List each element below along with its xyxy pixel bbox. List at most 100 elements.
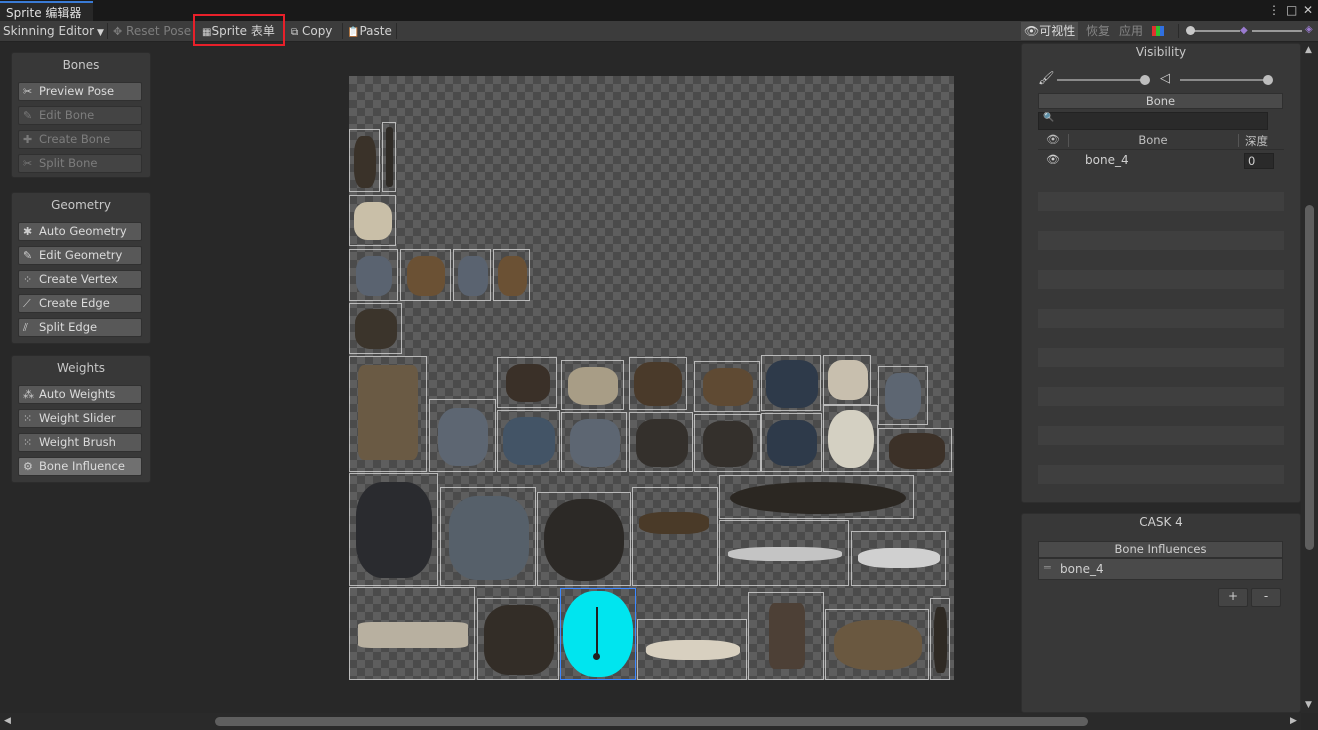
bone-influence-button[interactable]: ⚙ Bone Influence (18, 457, 142, 476)
selected-sprite-cask-4[interactable] (560, 588, 636, 680)
apply-button[interactable]: 应用 (1116, 22, 1146, 40)
sprite-frame[interactable] (694, 414, 761, 472)
create-bone-button[interactable]: ✚ Create Bone (18, 130, 142, 149)
sprite-frame[interactable] (719, 520, 849, 586)
drag-handle-icon[interactable]: ═ (1044, 561, 1051, 574)
influence-list-item[interactable]: ═ bone_4 (1038, 558, 1283, 580)
scroll-right-icon[interactable]: ▶ (1290, 716, 1297, 726)
bone-4-handle[interactable] (596, 607, 598, 657)
sprite-frame[interactable] (632, 487, 718, 586)
bone-4-joint[interactable] (593, 653, 600, 660)
sprite-frame[interactable] (930, 598, 950, 680)
sprite-frame[interactable] (349, 356, 427, 472)
edit-geometry-button[interactable]: ✎ Edit Geometry (18, 246, 142, 265)
bone-row[interactable]: 👁 bone_4 0 (1038, 151, 1284, 171)
search-input[interactable]: 🔍 (1038, 112, 1268, 130)
paste-label: Paste (359, 24, 392, 38)
paste-button[interactable]: 📋Paste (347, 21, 392, 41)
bone-depth-field[interactable]: 0 (1244, 153, 1274, 169)
visibility-label: 可视性 (1039, 24, 1076, 38)
sprite-frame[interactable] (761, 413, 822, 472)
sprite-frame[interactable] (349, 587, 475, 680)
sprite-frame[interactable] (878, 428, 952, 472)
sprite-frame[interactable] (761, 355, 821, 411)
sprite-bone-influence-panel: CASK 4 Bone Influences ═ bone_4 + - (1021, 513, 1301, 713)
window-tab-sprite-editor[interactable]: Sprite 编辑器 (0, 1, 93, 21)
mode-dropdown[interactable]: Skinning Editor ▼ (3, 21, 104, 41)
bone-opacity-slider[interactable] (1057, 79, 1143, 81)
sprite-frame[interactable] (629, 412, 693, 472)
sprite-frame[interactable] (349, 129, 380, 192)
more-icon[interactable]: ⋮ (1268, 3, 1280, 17)
sprite-frame[interactable] (349, 473, 438, 586)
sprite-frame[interactable] (637, 619, 747, 680)
search-icon: 🔍 (1043, 113, 1055, 123)
sprite-frame[interactable] (453, 249, 491, 301)
create-edge-button[interactable]: ⟋ Create Edge (18, 294, 142, 313)
sprite-frame[interactable] (440, 487, 536, 586)
close-icon[interactable]: ✕ (1303, 3, 1313, 17)
sprite-frame[interactable] (349, 249, 398, 301)
split-bone-button[interactable]: ✂ Split Bone (18, 154, 142, 173)
sprite-frame[interactable] (400, 249, 451, 301)
auto-geometry-button[interactable]: ✱ Auto Geometry (18, 222, 142, 241)
scroll-up-icon[interactable]: ▲ (1305, 45, 1312, 55)
sprite-frame[interactable] (429, 399, 496, 472)
add-influence-button[interactable]: + (1218, 588, 1248, 607)
sprite-frame[interactable] (497, 410, 560, 472)
bone-opacity-knob[interactable] (1140, 75, 1150, 85)
sprite-frame[interactable] (629, 357, 687, 410)
revert-button[interactable]: 恢复 (1083, 22, 1113, 40)
sprite-frame[interactable] (823, 355, 871, 405)
visibility-toggle[interactable]: 👁可视性 (1021, 22, 1079, 40)
sprite-frame[interactable] (851, 531, 946, 586)
split-edge-button[interactable]: ⫽ Split Edge (18, 318, 142, 337)
visibility-panel: Visibility 🖌 ◁ Bone 🔍 👁 Bone 深度 👁 bone_4… (1021, 43, 1301, 503)
reset-pose-button[interactable]: ✥ Reset Pose (113, 21, 191, 41)
vertical-scroll-thumb[interactable] (1305, 205, 1314, 550)
bone-visibility-eye-icon[interactable]: 👁 (1046, 153, 1060, 166)
sprite-frame[interactable] (694, 361, 760, 412)
sprite-frame[interactable] (497, 357, 557, 408)
sprite-frame[interactable] (537, 492, 631, 586)
zoom-slider-knob[interactable] (1186, 26, 1195, 35)
sprite-frame[interactable] (349, 303, 402, 354)
empty-row (1038, 231, 1284, 250)
bone-tab[interactable]: Bone (1038, 93, 1283, 109)
highlight-annotation-box (193, 14, 285, 46)
edit-bone-button[interactable]: ✎ Edit Bone (18, 106, 142, 125)
auto-weights-button[interactable]: ⁂ Auto Weights (18, 385, 142, 404)
sprite-frame[interactable] (823, 405, 878, 472)
sprite-frame[interactable] (748, 592, 824, 680)
sprite-frame[interactable] (349, 195, 396, 246)
sprite-frame[interactable] (561, 412, 627, 472)
scroll-down-icon[interactable]: ▼ (1305, 700, 1312, 710)
zoom-slider-track[interactable] (1190, 30, 1240, 32)
weight-slider-button[interactable]: ⁙ Weight Slider (18, 409, 142, 428)
weight-brush-button[interactable]: ⁙ Weight Brush (18, 433, 142, 452)
sprite-frame[interactable] (477, 598, 559, 680)
weights-panel: Weights ⁂ Auto Weights ⁙ Weight Slider ⁙ We… (11, 355, 151, 483)
sprite-frame[interactable] (493, 249, 530, 301)
sprite-frame[interactable] (719, 475, 914, 519)
sprite-frame[interactable] (825, 609, 929, 680)
sprite-sheet-canvas[interactable] (349, 76, 954, 680)
bone-column-header[interactable]: Bone (1068, 133, 1238, 147)
color-channel-icon[interactable] (1152, 25, 1172, 37)
mesh-opacity-knob[interactable] (1263, 75, 1273, 85)
opacity-slider-track[interactable] (1252, 30, 1302, 32)
horizontal-scroll-thumb[interactable] (215, 717, 1088, 726)
sprite-frame[interactable] (878, 366, 928, 425)
remove-influence-button[interactable]: - (1251, 588, 1281, 607)
sprite-frame[interactable] (561, 360, 624, 410)
sprite-frame[interactable] (382, 122, 396, 192)
copy-button[interactable]: ⧉ Copy (291, 21, 332, 41)
create-vertex-button[interactable]: ⁘ Create Vertex (18, 270, 142, 289)
preview-pose-button[interactable]: ✂ Preview Pose (18, 82, 142, 101)
depth-column-header[interactable]: 深度 (1245, 133, 1268, 149)
scroll-left-icon[interactable]: ◀ (4, 716, 11, 726)
reset-pose-label: Reset Pose (126, 24, 192, 38)
mesh-opacity-slider[interactable] (1180, 79, 1266, 81)
maximize-icon[interactable]: □ (1286, 3, 1297, 17)
split-bone-label: Split Bone (39, 156, 98, 170)
